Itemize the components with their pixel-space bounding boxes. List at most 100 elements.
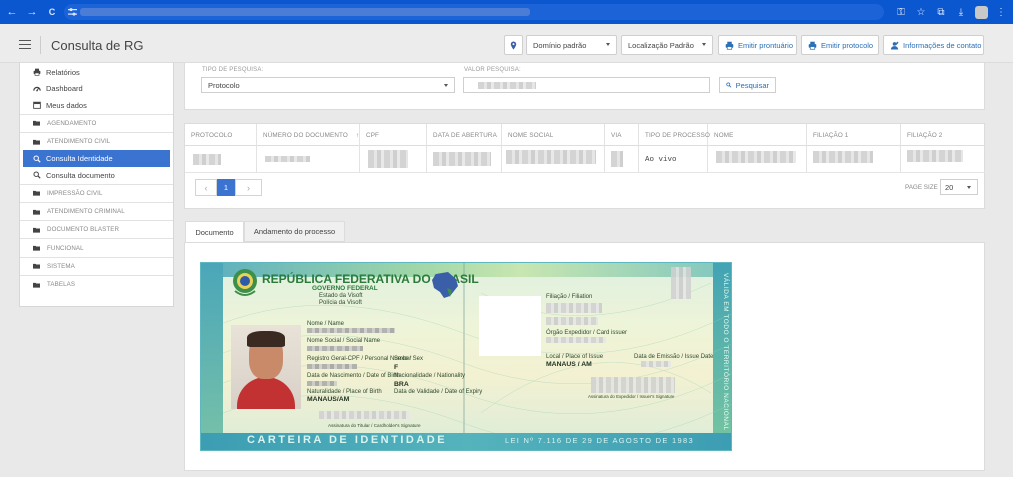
column-header[interactable]: NOME	[708, 124, 807, 146]
printer-icon	[33, 68, 41, 76]
search-value-input[interactable]	[463, 77, 710, 93]
divider	[40, 36, 41, 54]
reg-value-redacted	[307, 364, 357, 369]
location-select[interactable]: Localização Padrão	[621, 35, 713, 55]
informacoes-contato-button[interactable]: Informações de contato	[883, 35, 984, 55]
tab-andamento-processo[interactable]: Andamento do processo	[244, 221, 345, 242]
sidebar-group-label: ATENDIMENTO CIVIL	[47, 138, 111, 146]
sex-label: Sexo / Sex	[394, 356, 424, 362]
reload-icon[interactable]: C	[44, 4, 60, 20]
results-panel: PROTOCOLO NÚMERO DO DOCUMENTO ↑ CPF DATA…	[184, 123, 985, 209]
redacted-value	[368, 150, 408, 168]
sidebar-group-atendimento-criminal[interactable]: ATENDIMENTO CRIMINAL	[20, 201, 173, 220]
search-value-label: VALOR PESQUISA:	[464, 67, 521, 73]
column-header[interactable]: DATA DE ABERTURA	[427, 124, 502, 146]
redacted-value	[265, 156, 310, 162]
card-bottom-law: LEI Nº 7.116 DE 29 DE AGOSTO DE 1983	[505, 436, 694, 445]
sidebar-group-impressao-civil[interactable]: IMPRESSÃO CIVIL	[20, 183, 173, 202]
prev-page-button[interactable]: ‹	[195, 179, 217, 196]
search-type-label: TIPO DE PESQUISA:	[202, 67, 264, 73]
sidebar-item-relatorios[interactable]: Relatórios	[20, 64, 173, 81]
app-header: Consulta de RG Domínio padrão Localizaçã…	[0, 24, 1013, 63]
extensions-icon[interactable]: ⧉	[933, 4, 949, 20]
sidebar-item-consulta-documento[interactable]: Consulta documento	[20, 167, 173, 184]
name-label: Nome / Name	[307, 321, 345, 327]
emitir-protocolo-button[interactable]: Emitir protocolo	[801, 35, 879, 55]
column-header[interactable]: VIA	[605, 124, 639, 146]
social-name-redacted	[307, 346, 363, 351]
card-subtitle: GOVERNO FEDERAL	[312, 285, 378, 292]
column-header[interactable]: FILIAÇÃO 2	[901, 124, 985, 146]
redacted-value	[611, 151, 623, 167]
address-bar[interactable]	[64, 4, 884, 20]
sidebar-item-consulta-identidade[interactable]: Consulta Identidade	[23, 150, 170, 167]
identity-card-image: REPÚBLICA FEDERATIVA DO BRASIL GOVERNO F…	[200, 262, 732, 451]
sidebar-group-agendamento[interactable]: AGENDAMENTO	[20, 113, 173, 132]
sidebar-group-funcional[interactable]: FUNCIONAL	[20, 238, 173, 256]
sidebar-item-meus-dados[interactable]: Meus dados	[20, 97, 173, 114]
column-header[interactable]: TIPO DE PROCESSO	[639, 124, 710, 146]
emitir-protocolo-label: Emitir protocolo	[821, 40, 874, 50]
folder-icon	[33, 264, 40, 270]
emitir-prontuario-label: Emitir prontuário	[738, 40, 794, 50]
sidebar-item-label: Consulta documento	[46, 170, 115, 180]
issue-place-value: MANAUS / AM	[546, 361, 592, 368]
next-page-button[interactable]: ›	[235, 179, 262, 196]
table-row[interactable]: Ao vivo	[185, 146, 985, 173]
chevron-down-icon	[606, 43, 610, 46]
sidebar-item-label: Consulta Identidade	[46, 154, 113, 164]
chevron-down-icon	[702, 43, 706, 46]
column-header[interactable]: CPF	[360, 124, 427, 146]
calendar-icon	[33, 102, 41, 110]
column-header-numero-documento[interactable]: NÚMERO DO DOCUMENTO ↑	[257, 124, 360, 146]
sidebar-group-tabelas[interactable]: TABELAS	[20, 275, 173, 293]
coat-of-arms-logo	[233, 269, 257, 296]
sort-asc-icon: ↑	[355, 132, 360, 139]
sidebar-group-label: ATENDIMENTO CRIMINAL	[47, 208, 125, 215]
sidebar-group-sistema[interactable]: SISTEMA	[20, 256, 173, 275]
pesquisar-button[interactable]: Pesquisar	[719, 77, 776, 93]
redacted-value	[193, 154, 221, 165]
location-select-value: Localização Padrão	[628, 40, 694, 50]
browser-toolbar: ← → C ⚿ ☆ ⧉ ⤓ ⋮	[0, 0, 1013, 24]
page-size-select[interactable]: 20	[940, 179, 978, 195]
avatar[interactable]	[973, 4, 989, 20]
domain-select[interactable]: Domínio padrão	[526, 35, 617, 55]
search-type-select[interactable]: Protocolo	[201, 77, 455, 93]
nationality-label: Nacionalidade / Nationality	[394, 373, 466, 379]
column-header[interactable]: PROTOCOLO	[185, 124, 257, 146]
forward-icon[interactable]: →	[24, 4, 40, 20]
birthplace-value: MANAUS/AM	[307, 396, 350, 403]
back-icon[interactable]: ←	[4, 4, 20, 20]
signature-label: Assinatura do Titular / Cardholder's Sig…	[328, 423, 421, 428]
parents-redacted	[546, 303, 602, 313]
location-pin-button[interactable]	[504, 35, 523, 55]
hamburger-menu-icon[interactable]	[19, 40, 31, 49]
sidebar-group-documento-blaster[interactable]: DOCUMENTO BLASTER	[20, 220, 173, 238]
birthplace-label: Naturalidade / Place of Birth	[307, 389, 382, 395]
page-button-current[interactable]: 1	[217, 179, 235, 196]
social-name-label: Nome Social / Social Name	[307, 338, 381, 344]
card-bottom-title: CARTEIRA DE IDENTIDADE	[247, 434, 448, 446]
sidebar-group-atendimento-civil[interactable]: ATENDIMENTO CIVIL	[20, 132, 173, 150]
card-police: Polícia da Visoft	[319, 300, 362, 306]
star-icon[interactable]: ☆	[913, 4, 929, 20]
emitir-prontuario-button[interactable]: Emitir prontuário	[718, 35, 797, 55]
sidebar-item-label: Relatórios	[46, 67, 80, 77]
column-header[interactable]: FILIAÇÃO 1	[807, 124, 901, 146]
key-icon[interactable]: ⚿	[893, 4, 909, 20]
table-cell	[257, 146, 360, 173]
column-header[interactable]: NOME SOCIAL	[502, 124, 605, 146]
redacted-value	[813, 151, 873, 163]
folder-open-icon	[33, 139, 40, 145]
pesquisar-label: Pesquisar	[735, 80, 769, 90]
menu-icon[interactable]: ⋮	[993, 4, 1009, 20]
site-settings-icon[interactable]	[68, 7, 77, 17]
redacted-value	[478, 82, 536, 89]
gauge-icon	[33, 86, 41, 92]
download-icon[interactable]: ⤓	[953, 4, 969, 20]
redacted-value	[506, 150, 596, 164]
sidebar-item-dashboard[interactable]: Dashboard	[20, 81, 173, 98]
tab-label: Andamento do processo	[253, 227, 336, 236]
tab-documento[interactable]: Documento	[185, 221, 244, 243]
